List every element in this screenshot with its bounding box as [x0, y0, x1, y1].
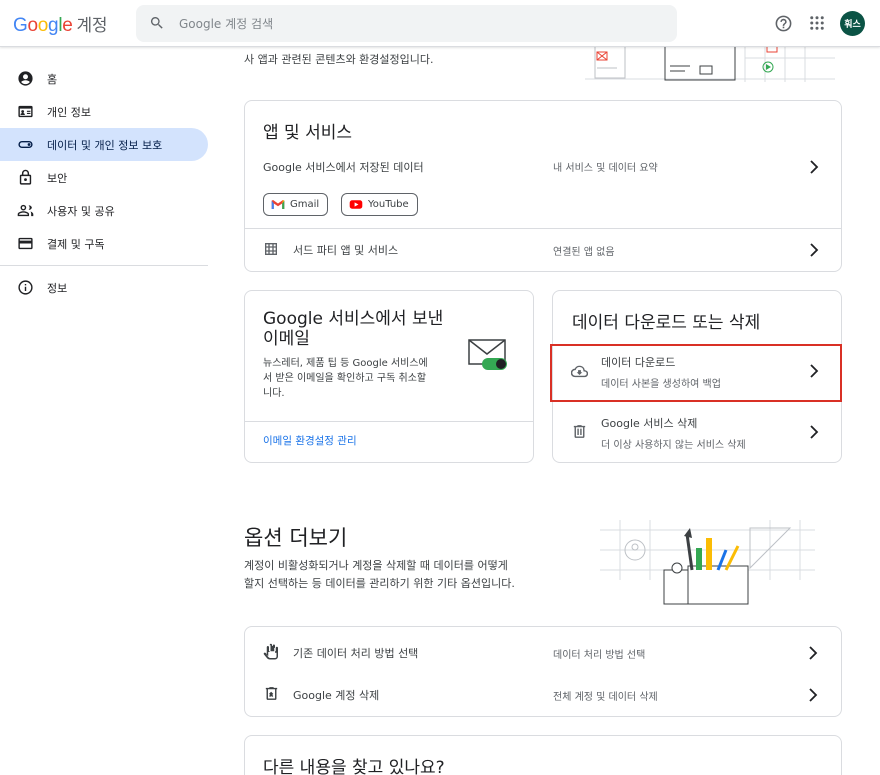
third-party-apps-icon: [265, 243, 277, 255]
more-options-desc-line: 할지 선택하는 등 데이터를 관리하기 위한 기타 옵션입니다.: [244, 577, 515, 590]
sidebar-item-data-privacy[interactable]: 데이터 및 개인 정보 보호: [0, 128, 208, 161]
sidebar-item-home[interactable]: 홈: [0, 62, 208, 95]
sidebar-item-label: 결제 및 구독: [47, 237, 105, 251]
help-icon[interactable]: [774, 14, 793, 33]
chip-label: YouTube: [368, 199, 409, 210]
saved-data-value: 내 서비스 및 데이터 요약: [553, 163, 658, 174]
top-app-bar: Google 계정 Google 계정 검색 훠스: [0, 0, 880, 47]
looking-for-else-title: 다른 내용을 찾고 있나요?: [263, 758, 445, 775]
third-party-apps-label[interactable]: 서드 파티 앱 및 서비스: [293, 242, 398, 258]
more-options-description: 계정이 비활성화되거나 계정을 삭제할 때 데이터를 어떻게 할지 선택하는 등…: [244, 557, 574, 593]
logo-letter: e: [62, 15, 73, 36]
cloud-download-icon: [571, 365, 588, 378]
google-account-logo[interactable]: Google 계정: [13, 11, 108, 37]
sidebar-item-about[interactable]: 정보: [0, 271, 208, 304]
logo-letter: G: [13, 15, 28, 36]
apps-grid-icon[interactable]: [808, 14, 826, 32]
download-delete-title: 데이터 다운로드 또는 삭제: [572, 313, 761, 333]
apps-services-title: 앱 및 서비스: [263, 123, 353, 143]
delete-service-label: Google 서비스 삭제: [601, 417, 698, 430]
youtube-chip[interactable]: YouTube: [341, 193, 418, 216]
sidebar-item-payments[interactable]: 결제 및 구독: [0, 227, 208, 260]
sidebar-item-label: 사용자 및 공유: [47, 204, 115, 218]
people-icon: [17, 204, 34, 217]
sidebar-divider: [0, 265, 208, 266]
logo-letter: o: [27, 15, 38, 36]
chevron-right-icon[interactable]: [808, 160, 820, 174]
sidebar-item-label: 홈: [47, 72, 58, 86]
more-options-title: 옵션 더보기: [244, 526, 348, 550]
logo-letter: o: [37, 15, 49, 36]
data-processing-row[interactable]: 기존 데이터 처리 방법 선택 데이터 처리 방법 선택: [245, 631, 841, 671]
credit-card-icon: [18, 237, 33, 250]
search-icon: [150, 17, 163, 29]
sidebar-item-label: 정보: [47, 281, 68, 295]
sidebar-item-personal-info[interactable]: 개인 정보: [0, 95, 208, 128]
sidebar-item-label: 데이터 및 개인 정보 보호: [47, 138, 163, 152]
download-data-row[interactable]: 데이터 다운로드 데이터 사본을 생성하여 백업: [553, 346, 840, 400]
saved-data-label[interactable]: Google 서비스에서 저장된 데이터: [263, 159, 424, 175]
third-party-apps-value: 연결된 앱 없음: [553, 247, 615, 258]
trash-icon: [573, 425, 586, 438]
chevron-right-icon: [810, 425, 819, 439]
delete-account-icon: [265, 687, 278, 700]
sidebar-item-label: 개인 정보: [47, 105, 91, 119]
sidebar-nav: 홈 개인 정보 데이터 및 개인 정보 보호 보안 사용자 및 공유 결제 및 …: [0, 62, 208, 304]
chevron-right-icon: [810, 364, 819, 378]
email-card-description: 뉴스레터, 제품 팁 등 Google 서비스에 서 받은 이메일을 확인하고 …: [263, 356, 453, 401]
search-placeholder: Google 계정 검색: [179, 17, 274, 31]
delete-account-row[interactable]: Google 계정 삭제 전체 계정 및 데이터 삭제: [245, 673, 841, 713]
email-desc-line: 니다.: [263, 388, 285, 399]
delete-account-label: Google 계정 삭제: [293, 689, 380, 702]
toggle-icon: [18, 140, 33, 149]
data-processing-value: 데이터 처리 방법 선택: [553, 650, 646, 661]
sidebar-item-security[interactable]: 보안: [0, 161, 208, 194]
download-data-label: 데이터 다운로드: [601, 356, 676, 369]
account-circle-icon: [18, 71, 33, 86]
intro-line: 사 앱과 관련된 콘텐츠와 환경설정입니다.: [244, 53, 434, 66]
hand-icon: [263, 643, 278, 660]
sidebar-item-people-sharing[interactable]: 사용자 및 공유: [0, 194, 208, 227]
more-options-desc-line: 계정이 비활성화되거나 계정을 삭제할 때 데이터를 어떻게: [244, 559, 508, 572]
chip-label: Gmail: [290, 199, 320, 210]
manage-email-preferences-link[interactable]: 이메일 환경설정 관리: [263, 433, 357, 448]
intro-description: 사 앱과 관련된 콘텐츠와 환경설정입니다.: [244, 52, 564, 68]
email-desc-line: 뉴스레터, 제품 팁 등 Google 서비스에: [263, 358, 428, 369]
logo-suffix: 계정: [76, 16, 108, 35]
chevron-right-icon: [809, 688, 818, 702]
download-data-sub: 데이터 사본을 생성하여 백업: [601, 379, 721, 390]
info-icon: [18, 280, 33, 295]
mail-toggle-icon: [468, 339, 507, 370]
data-processing-label: 기존 데이터 처리 방법 선택: [293, 647, 419, 660]
email-card-title-line: Google 서비스에서 보낸: [263, 309, 444, 329]
more-options-illustration: [600, 520, 815, 605]
email-card-title: Google 서비스에서 보낸 이메일: [263, 309, 453, 349]
delete-service-sub: 더 이상 사용하지 않는 서비스 삭제: [601, 440, 746, 451]
gmail-chip[interactable]: Gmail: [263, 193, 329, 216]
card-divider: [245, 228, 841, 229]
card-divider: [245, 421, 533, 422]
avatar[interactable]: 훠스: [840, 11, 865, 36]
search-input[interactable]: Google 계정 검색: [136, 5, 677, 42]
youtube-icon: [349, 200, 363, 209]
email-desc-line: 서 받은 이메일을 확인하고 구독 취소할: [263, 373, 427, 384]
id-card-icon: [18, 105, 33, 118]
chevron-right-icon[interactable]: [808, 243, 820, 257]
gmail-icon: [271, 199, 285, 210]
delete-account-value: 전체 계정 및 데이터 삭제: [553, 692, 658, 703]
email-card-title-line: 이메일: [263, 329, 310, 349]
delete-service-row[interactable]: Google 서비스 삭제 더 이상 사용하지 않는 서비스 삭제: [553, 405, 840, 459]
lock-icon: [19, 169, 32, 185]
chevron-right-icon: [809, 646, 818, 660]
logo-letter: g: [48, 15, 59, 36]
sidebar-item-label: 보안: [47, 171, 68, 185]
